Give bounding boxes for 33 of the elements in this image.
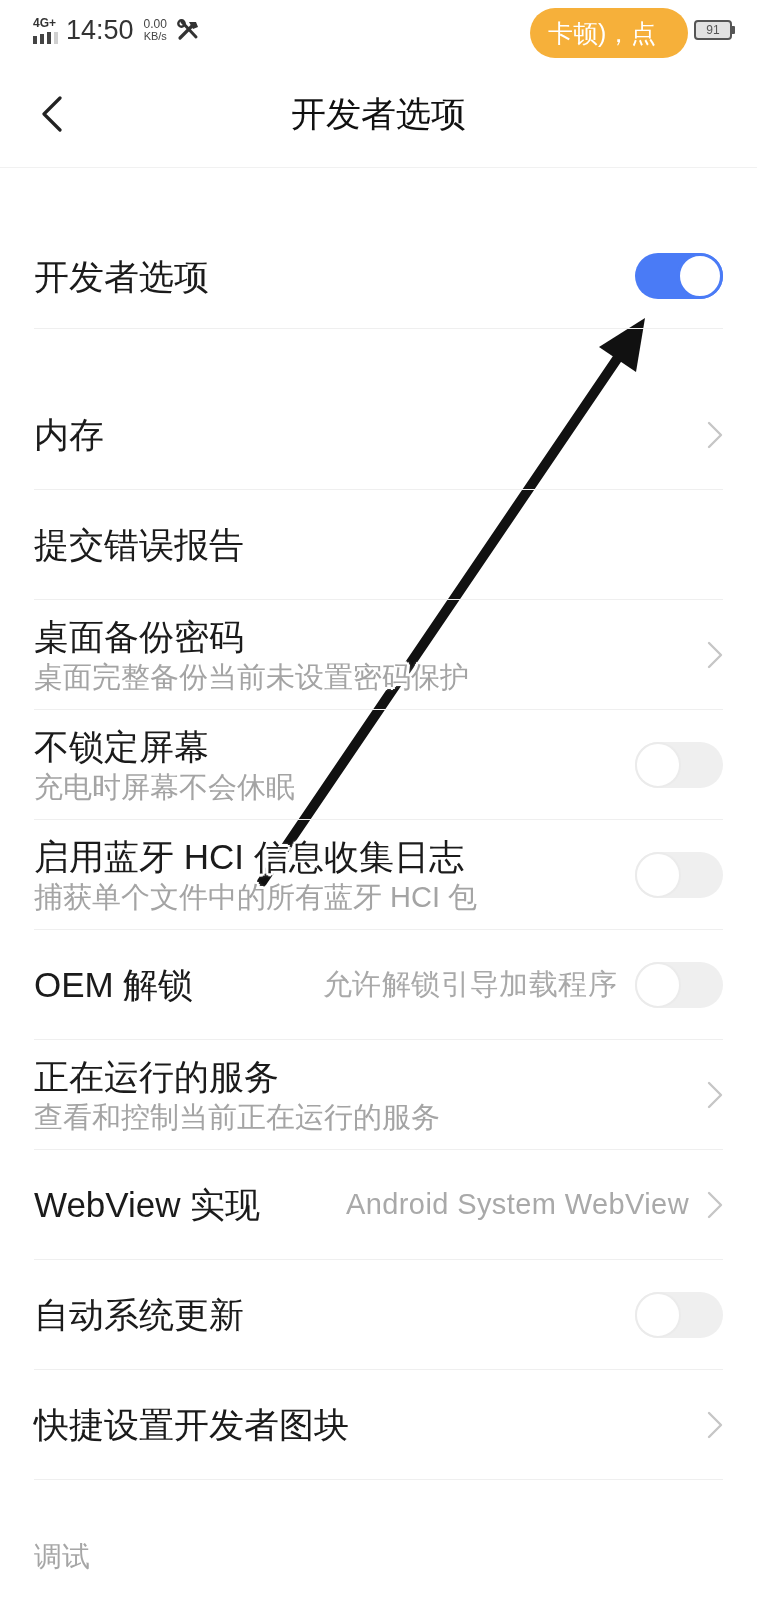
setting-description: 查看和控制当前正在运行的服务	[34, 1099, 440, 1134]
speed-unit: KB/s	[143, 31, 167, 42]
setting-value: Android System WebView	[346, 1186, 689, 1222]
signal-icon	[33, 31, 58, 44]
clock-time: 14:50	[66, 16, 134, 44]
network-type: 4G+	[33, 16, 56, 29]
section-header: 调试	[34, 1540, 90, 1574]
setting-label: 自动系统更新	[34, 1293, 244, 1336]
setting-label: 内存	[34, 413, 104, 456]
notice-text: 卡顿)，点	[548, 20, 657, 46]
page-title: 开发者选项	[291, 96, 466, 131]
setting-description: 充电时屏幕不会休眠	[34, 769, 295, 804]
chevron-right-icon	[707, 640, 723, 669]
setting-label: 桌面备份密码	[34, 615, 245, 658]
network-speed: 0.00	[143, 18, 167, 30]
chevron-right-icon	[707, 420, 723, 449]
chevron-right-icon	[707, 1080, 723, 1109]
floating-notice[interactable]: 卡顿)，点	[530, 8, 688, 58]
setting-label: 提交错误报告	[34, 523, 244, 566]
tools-icon	[176, 19, 199, 41]
setting-label: 快捷设置开发者图块	[34, 1403, 349, 1446]
toggle-switch[interactable]	[635, 253, 723, 299]
setting-value: 允许解锁引导加载程序	[323, 966, 617, 1002]
setting-label: 开发者选项	[34, 258, 209, 294]
setting-label: 不锁定屏幕	[34, 725, 210, 768]
chevron-right-icon	[707, 1410, 723, 1439]
chevron-right-icon	[707, 1190, 723, 1219]
setting-label: OEM 解锁	[34, 963, 194, 1006]
battery-percent: 91	[706, 24, 720, 36]
setting-label: 正在运行的服务	[34, 1055, 280, 1098]
setting-description: 捕获单个文件中的所有蓝牙 HCI 包	[34, 879, 478, 914]
back-icon	[40, 96, 62, 132]
setting-label: WebView 实现	[34, 1183, 261, 1226]
